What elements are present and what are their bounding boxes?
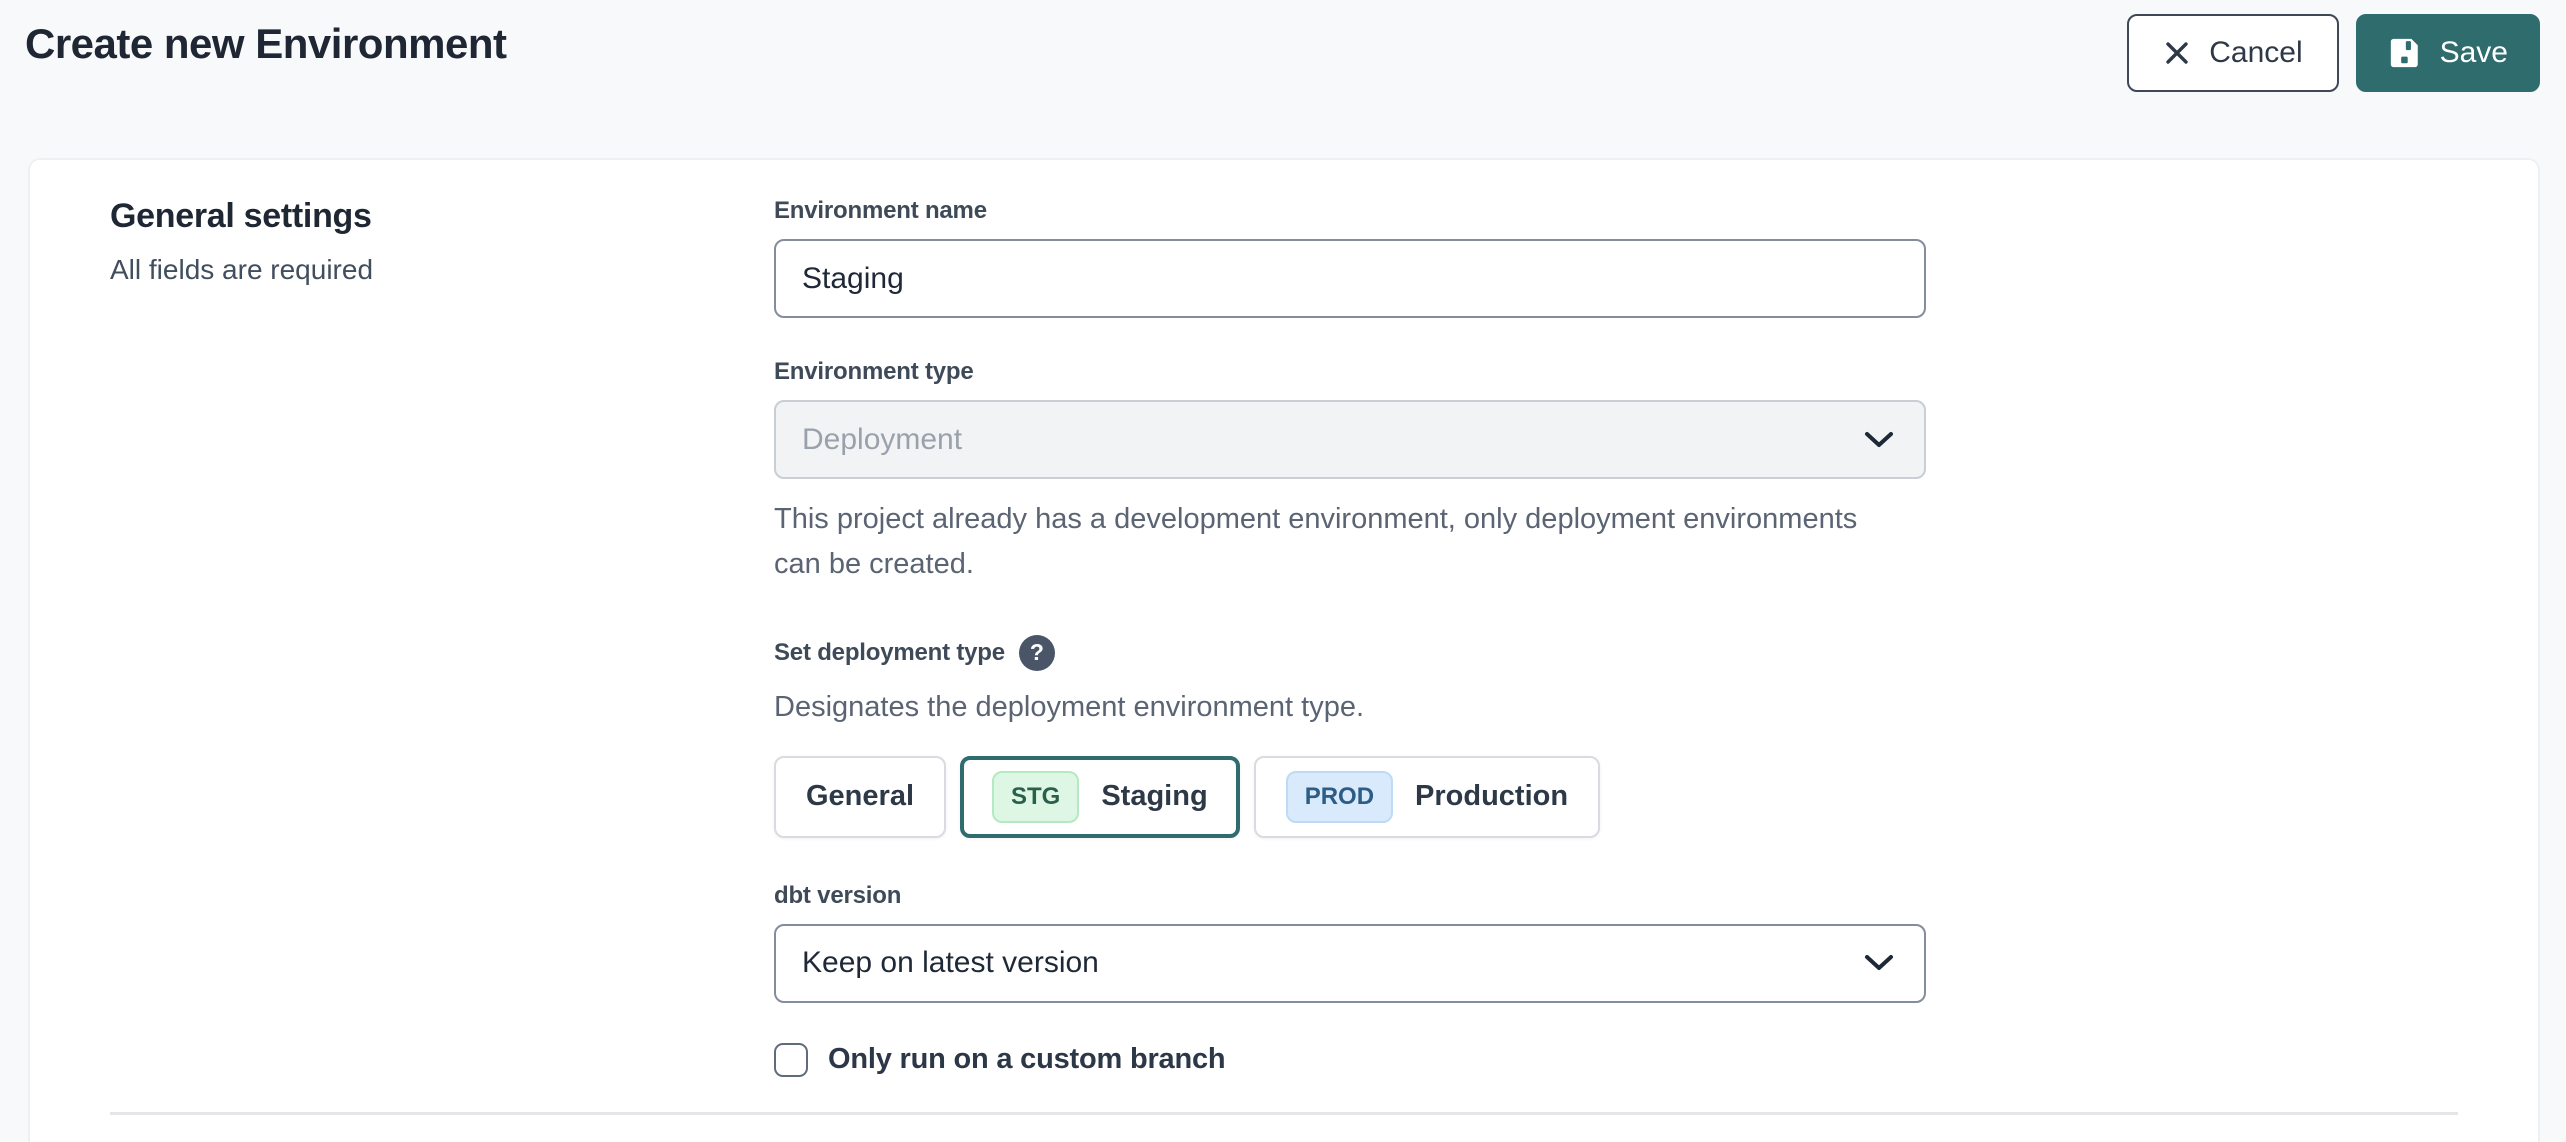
general-settings-section: General settings All fields are required bbox=[110, 197, 774, 1077]
page-header: Create new Environment Cancel Save bbox=[0, 0, 2566, 158]
save-button-label: Save bbox=[2440, 36, 2508, 70]
section-divider bbox=[110, 1112, 2458, 1115]
header-actions: Cancel Save bbox=[2127, 14, 2540, 92]
cancel-button-label: Cancel bbox=[2209, 36, 2302, 70]
chevron-down-icon bbox=[1864, 431, 1894, 449]
section-subheading: All fields are required bbox=[110, 254, 774, 286]
question-mark-icon[interactable]: ? bbox=[1019, 635, 1055, 671]
section-heading: General settings bbox=[110, 197, 774, 236]
create-environment-card: General settings All fields are required… bbox=[28, 158, 2540, 1142]
environment-name-label: Environment name bbox=[774, 197, 1926, 225]
deployment-type-staging-button[interactable]: STG Staging bbox=[960, 756, 1240, 838]
deployment-type-label: Set deployment type bbox=[774, 639, 1005, 667]
deployment-type-general-button[interactable]: General bbox=[774, 756, 946, 838]
deployment-type-options: General STG Staging PROD Production bbox=[774, 756, 1926, 838]
deployment-type-staging-label: Staging bbox=[1101, 780, 1207, 813]
dbt-version-select[interactable]: Keep on latest version bbox=[774, 924, 1926, 1003]
deployment-type-production-button[interactable]: PROD Production bbox=[1254, 756, 1600, 838]
page-title: Create new Environment bbox=[25, 14, 506, 68]
environment-type-select[interactable]: Deployment bbox=[774, 400, 1926, 479]
deployment-type-production-label: Production bbox=[1415, 780, 1568, 813]
environment-type-helper: This project already has a development e… bbox=[774, 497, 1864, 587]
custom-branch-row: Only run on a custom branch bbox=[774, 1043, 1926, 1077]
custom-branch-checkbox[interactable] bbox=[774, 1043, 808, 1077]
staging-badge: STG bbox=[992, 771, 1079, 823]
close-icon bbox=[2163, 39, 2191, 67]
card-grid: General settings All fields are required… bbox=[30, 160, 2538, 1077]
environment-type-label: Environment type bbox=[774, 358, 1926, 386]
custom-branch-label: Only run on a custom branch bbox=[828, 1043, 1225, 1076]
dbt-version-label: dbt version bbox=[774, 882, 1926, 910]
chevron-down-icon bbox=[1864, 954, 1894, 972]
deployment-type-label-row: Set deployment type ? bbox=[774, 635, 1926, 671]
deployment-type-general-label: General bbox=[806, 780, 914, 813]
deployment-type-description: Designates the deployment environment ty… bbox=[774, 685, 1864, 730]
environment-type-value: Deployment bbox=[802, 423, 962, 457]
dbt-version-value: Keep on latest version bbox=[802, 946, 1099, 980]
cancel-button[interactable]: Cancel bbox=[2127, 14, 2338, 92]
environment-form: Environment name Environment type Deploy… bbox=[774, 197, 1926, 1077]
save-floppy-icon bbox=[2388, 36, 2422, 70]
production-badge: PROD bbox=[1286, 771, 1393, 823]
save-button[interactable]: Save bbox=[2356, 14, 2540, 92]
environment-name-input[interactable] bbox=[774, 239, 1926, 318]
